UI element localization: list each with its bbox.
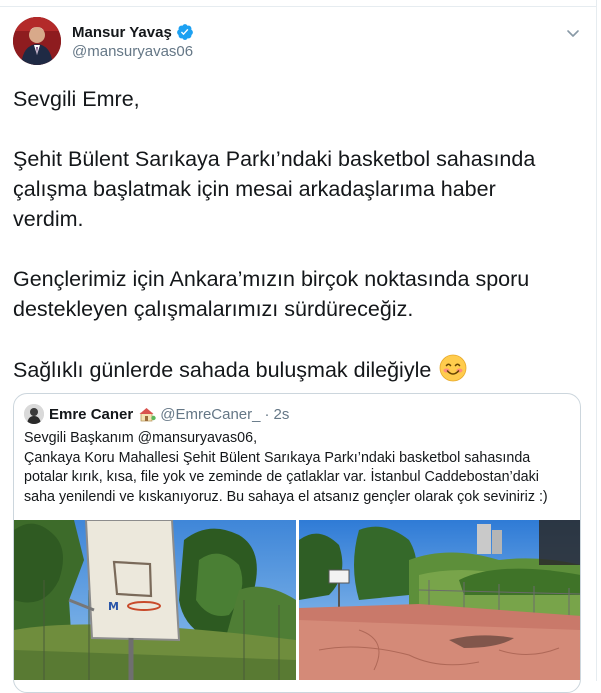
broken-basketball-hoop-photo[interactable]: M [14, 520, 296, 680]
quoted-line: Çankaya Koru Mahallesi Şehit Bülent Sarı… [24, 449, 531, 466]
quoted-tweet-header: Emre Caner @EmreCaner_ · 2s [24, 403, 289, 425]
tweet-line: Sevgili Emre, [13, 87, 140, 111]
separator-dot: · [264, 405, 270, 423]
tweet-line: Sağlıklı günlerde sahada buluşmak dileği… [13, 358, 432, 382]
quoted-line-text: Sevgili Başkanım @mansuryavas06, [24, 430, 258, 446]
tweet-line: çalışma başlatmak için mesai arkadaşları… [13, 177, 496, 201]
svg-text:M: M [108, 600, 119, 613]
cracked-basketball-court-photo[interactable] [299, 520, 580, 680]
author-name[interactable]: Mansur Yavaş [72, 24, 172, 41]
tweet-text: Sevgili Emre, Şehit Bülent Sarıkaya Park… [13, 84, 583, 385]
smiling-face-emoji-icon [439, 354, 467, 382]
quoted-tweet-text: Sevgili Başkanım @mansuryavas06, Çankaya… [24, 429, 572, 507]
quoted-line: potalar kırık, kısa, file yok ve zeminde… [24, 469, 539, 485]
tweet-line: destekleyen çalışmalarımızı sürdüreceğiz… [13, 297, 414, 321]
author-handle[interactable]: @mansuryavas06 [72, 43, 194, 60]
quoted-timestamp[interactable]: 2s [273, 406, 289, 423]
tweet-line: Şehit Bülent Sarıkaya Parkı’ndaki basket… [13, 147, 536, 171]
tweet-line-last: Sağlıklı günlerde sahada buluşmak dileği… [13, 354, 583, 385]
quoted-line: Sevgili Başkanım @mansuryavas06, [24, 429, 572, 449]
tweet-line: verdim. [13, 207, 84, 231]
quoted-avatar[interactable] [24, 404, 44, 424]
tweet-line: Gençlerimiz için Ankara’mızın birçok nok… [13, 267, 530, 291]
avatar[interactable] [13, 17, 61, 65]
quoted-tweet[interactable]: Emre Caner @EmreCaner_ · 2s Sevgili Başk… [13, 393, 581, 693]
quoted-author-name[interactable]: Emre Caner [49, 406, 133, 423]
house-with-garden-icon [138, 406, 156, 422]
tweet-card: Mansur Yavaş @mansuryavas06 Sevgili Emre… [0, 0, 597, 693]
divider [0, 6, 597, 7]
author-block: Mansur Yavaş @mansuryavas06 [72, 22, 194, 61]
verified-badge-icon [176, 23, 194, 41]
chevron-down-icon[interactable] [564, 24, 582, 42]
quoted-line: saha yenilendi ve kıskanıyoruz. Bu sahay… [24, 488, 548, 505]
quoted-author-handle[interactable]: @EmreCaner_ [160, 406, 260, 423]
